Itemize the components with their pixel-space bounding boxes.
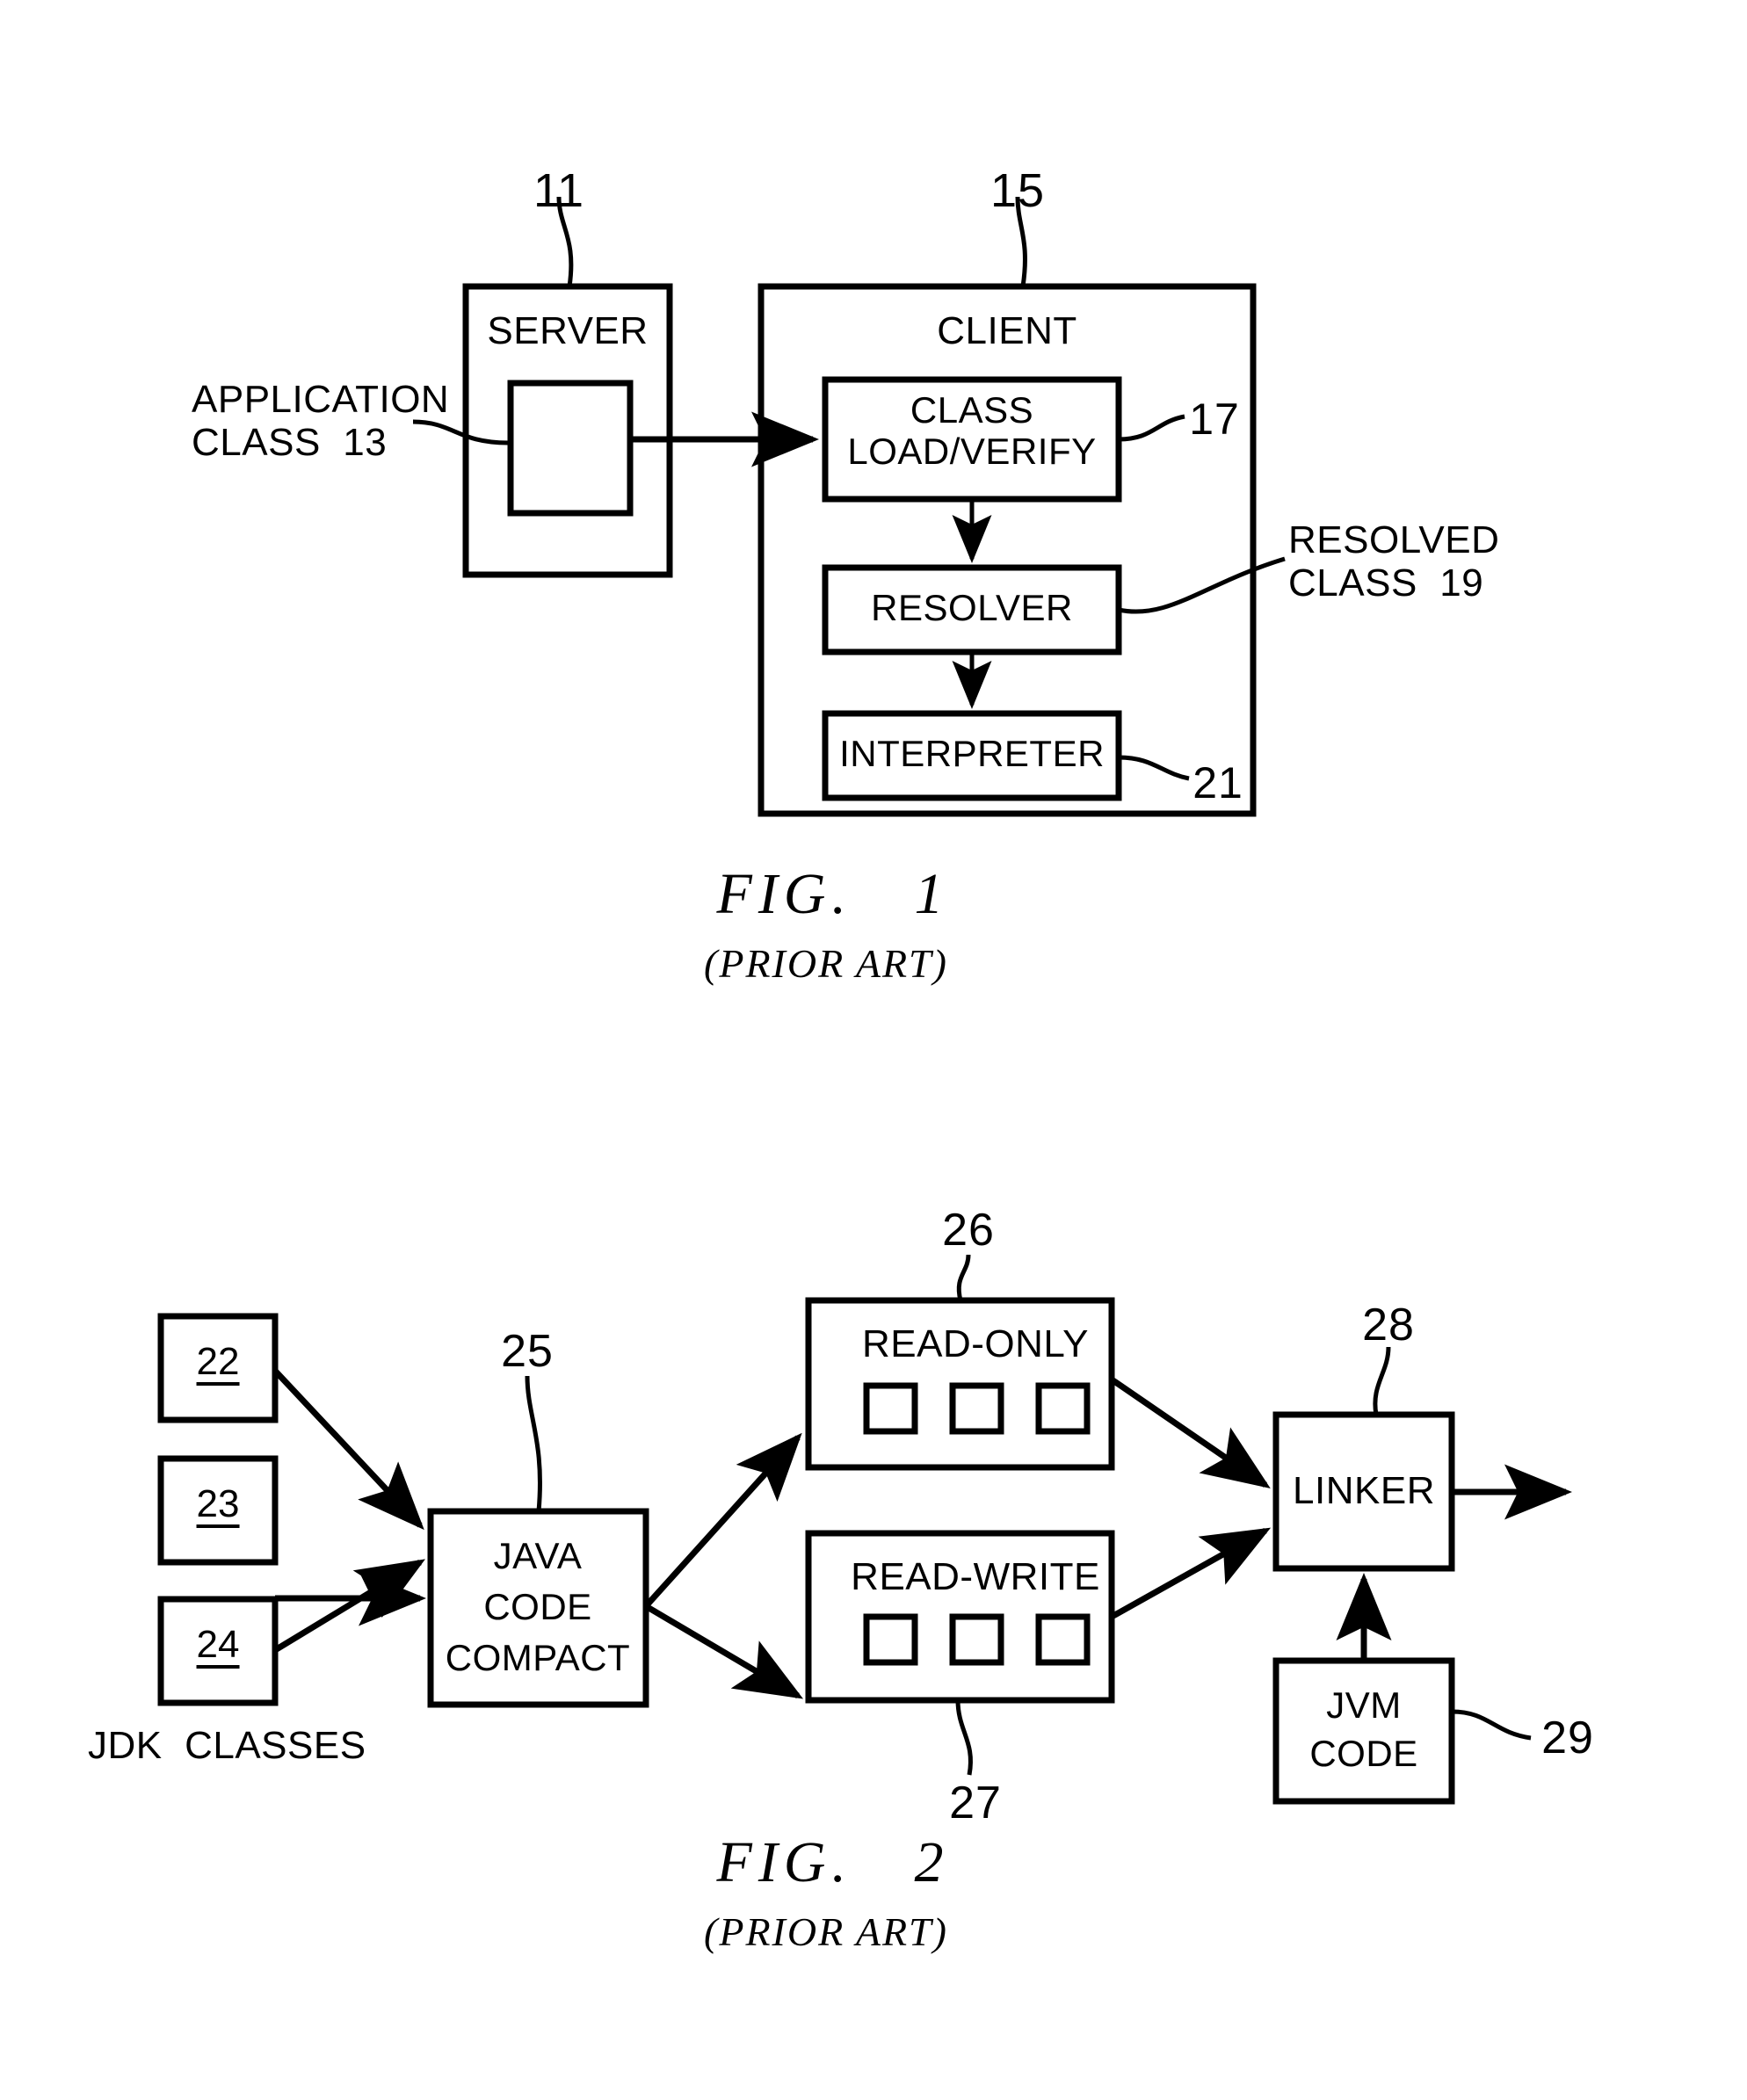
ref-number-26: 26 xyxy=(942,1205,995,1256)
server-inner-box xyxy=(507,380,634,517)
arrow-compact-to-read-write xyxy=(644,1603,804,1699)
jvm-code-label: JVM CODE xyxy=(1309,1684,1418,1775)
ref-number-11: 11 xyxy=(533,164,585,217)
leader-line-21 xyxy=(1118,755,1190,781)
jdk-classes-label: JDK CLASSES xyxy=(88,1724,366,1767)
ref-number-28: 28 xyxy=(1362,1300,1415,1351)
arrow-22-to-compact xyxy=(272,1368,424,1531)
leader-line-27 xyxy=(955,1699,973,1776)
ref-number-27: 27 xyxy=(949,1778,1002,1828)
read-only-slot-1 xyxy=(863,1382,918,1435)
figure2-caption-subtitle: (PRIOR ART) xyxy=(704,1909,948,1954)
application-class-label: APPLICATION CLASS 13 xyxy=(192,378,450,465)
leader-line-29 xyxy=(1451,1709,1532,1741)
read-only-label: READ-ONLY xyxy=(862,1322,1089,1365)
class-load-verify-label: CLASS LOAD/VERIFY xyxy=(847,389,1097,473)
leader-line-28 xyxy=(1373,1346,1391,1416)
patent-drawing-sheet: 11 15 SERVER CLIENT CLASS LOAD/VERIFY RE… xyxy=(0,0,1747,2100)
figure1-caption-title: FIG. 1 xyxy=(716,862,950,926)
ref-number-17: 17 xyxy=(1189,395,1240,444)
resolver-label: RESOLVER xyxy=(871,587,1073,628)
resolved-class-label: RESOLVED CLASS 19 xyxy=(1288,518,1500,605)
drawing-vector-layer xyxy=(157,196,1572,1805)
arrow-compact-to-read-only xyxy=(643,1432,802,1609)
ref-number-15: 15 xyxy=(989,164,1046,217)
arrow-24-to-compact xyxy=(273,1559,425,1653)
leader-line-25 xyxy=(525,1375,542,1512)
read-only-slot-3 xyxy=(1035,1382,1091,1435)
leader-line-26 xyxy=(956,1254,971,1301)
figure1-caption-subtitle: (PRIOR ART) xyxy=(704,941,948,986)
interpreter-label: INTERPRETER xyxy=(839,733,1105,774)
linker-label: LINKER xyxy=(1293,1469,1435,1512)
ref-number-21: 21 xyxy=(1192,758,1243,807)
jdk-class-number-22: 22 xyxy=(196,1343,240,1386)
server-label: SERVER xyxy=(487,309,649,352)
leader-line-resolved-class xyxy=(1118,556,1286,614)
jdk-class-number-23: 23 xyxy=(196,1485,240,1528)
read-write-slot-3 xyxy=(1035,1613,1091,1666)
figure2-caption-title: FIG. 2 xyxy=(716,1830,950,1894)
jdk-class-number-24: 24 xyxy=(196,1626,240,1669)
leader-line-17 xyxy=(1118,414,1185,442)
read-write-slot-2 xyxy=(949,1613,1004,1666)
ref-number-25: 25 xyxy=(501,1326,554,1377)
read-write-slot-1 xyxy=(863,1613,918,1666)
read-only-slot-2 xyxy=(949,1382,1004,1435)
arrow-read-only-to-linker xyxy=(1110,1377,1271,1488)
read-write-label: READ-WRITE xyxy=(851,1555,1100,1598)
ref-number-29: 29 xyxy=(1541,1713,1594,1763)
java-code-compact-label: JAVA CODE COMPACT xyxy=(445,1535,631,1678)
arrow-read-write-to-linker xyxy=(1110,1527,1272,1620)
client-label: CLIENT xyxy=(937,309,1077,352)
